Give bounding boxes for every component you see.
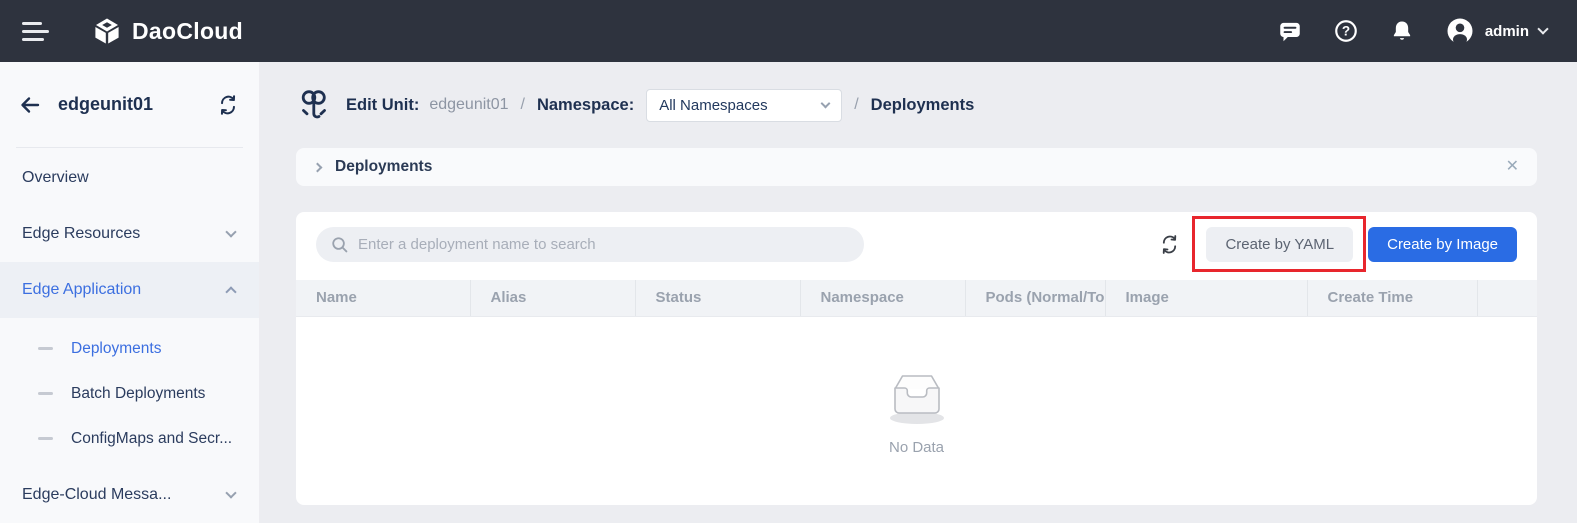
namespace-select-value: All Namespaces — [659, 97, 767, 114]
daocloud-logo-icon — [92, 16, 122, 46]
refresh-icon[interactable] — [1159, 234, 1180, 255]
sidebar: edgeunit01 Overview Edge Resources Edge — [0, 62, 260, 523]
sidebar-item-batch-deployments[interactable]: Batch Deployments — [0, 371, 259, 416]
brand[interactable]: DaoCloud — [92, 16, 243, 46]
chevron-right-icon[interactable] — [313, 162, 323, 172]
chat-icon[interactable] — [1277, 18, 1303, 44]
column-header-actions — [1477, 280, 1537, 316]
unit-name: edgeunit01 — [58, 94, 217, 115]
column-header-status: Status — [635, 280, 800, 316]
tab-deployments[interactable]: Deployments — [335, 158, 432, 176]
edge-unit-icon — [296, 86, 332, 124]
sync-icon[interactable] — [217, 94, 239, 116]
column-header-name: Name — [296, 280, 470, 316]
chevron-down-icon — [225, 226, 236, 237]
edge-application-submenu: Deployments Batch Deployments ConfigMaps… — [0, 318, 259, 461]
close-icon[interactable]: ✕ — [1506, 159, 1519, 175]
hamburger-menu-icon[interactable] — [22, 22, 50, 41]
svg-text:?: ? — [1342, 24, 1350, 39]
namespace-select[interactable]: All Namespaces — [646, 89, 842, 122]
sidebar-nav: Overview Edge Resources Edge Application… — [0, 148, 259, 523]
search-icon — [330, 235, 349, 254]
chevron-down-icon — [225, 487, 236, 498]
bell-icon[interactable] — [1389, 18, 1415, 44]
topbar: DaoCloud ? — [0, 0, 1577, 62]
sidebar-item-deployments[interactable]: Deployments — [0, 326, 259, 371]
chevron-down-icon — [821, 98, 831, 108]
dash-icon — [38, 437, 53, 440]
empty-state-text: No Data — [889, 439, 944, 456]
create-by-yaml-wrapper: Create by YAML — [1206, 227, 1353, 262]
username: admin — [1485, 23, 1529, 40]
breadcrumb-separator: / — [854, 96, 858, 114]
sidebar-header: edgeunit01 — [0, 62, 259, 147]
page-title: Deployments — [871, 96, 975, 115]
avatar — [1445, 16, 1475, 46]
column-header-namespace: Namespace — [800, 280, 965, 316]
sidebar-item-overview[interactable]: Overview — [0, 150, 259, 206]
namespace-label: Namespace: — [537, 96, 634, 115]
toolbar-actions: Create by YAML Create by Image — [1159, 227, 1517, 262]
search-box — [316, 227, 864, 262]
column-header-pods: Pods (Normal/To... — [965, 280, 1105, 316]
deployments-table: Name Alias Status Namespace Pods (Normal… — [296, 280, 1537, 317]
breadcrumb-separator: / — [521, 96, 525, 114]
empty-box-icon — [879, 365, 955, 427]
toolbar: Create by YAML Create by Image — [296, 212, 1537, 280]
dash-icon — [38, 392, 53, 395]
sidebar-item-edge-application[interactable]: Edge Application — [0, 262, 259, 318]
help-icon[interactable]: ? — [1333, 18, 1359, 44]
topbar-actions: ? admin — [1277, 16, 1547, 46]
brand-name: DaoCloud — [132, 18, 243, 45]
search-input[interactable] — [358, 236, 856, 253]
page-header: Edit Unit: edgeunit01 / Namespace: All N… — [296, 62, 1537, 148]
edit-unit-value: edgeunit01 — [429, 96, 508, 114]
tab-bar: Deployments ✕ — [296, 148, 1537, 186]
user-menu[interactable]: admin — [1445, 16, 1547, 46]
sidebar-item-edge-cloud-message[interactable]: Edge-Cloud Messa... — [0, 467, 259, 523]
chevron-up-icon — [225, 286, 236, 297]
create-by-yaml-button[interactable]: Create by YAML — [1206, 227, 1353, 262]
empty-state: No Data — [296, 317, 1537, 506]
sidebar-item-configmaps-secrets[interactable]: ConfigMaps and Secr... — [0, 416, 259, 461]
column-header-image: Image — [1105, 280, 1307, 316]
deployments-card: Create by YAML Create by Image Name Alia… — [296, 212, 1537, 505]
column-header-create-time: Create Time — [1307, 280, 1477, 316]
back-arrow-icon[interactable] — [18, 93, 42, 117]
main-content: Edit Unit: edgeunit01 / Namespace: All N… — [260, 62, 1577, 523]
table-header-row: Name Alias Status Namespace Pods (Normal… — [296, 280, 1537, 316]
dash-icon — [38, 347, 53, 350]
create-by-image-button[interactable]: Create by Image — [1368, 227, 1517, 262]
chevron-down-icon[interactable] — [1537, 23, 1548, 34]
column-header-alias: Alias — [470, 280, 635, 316]
sidebar-item-edge-resources[interactable]: Edge Resources — [0, 206, 259, 262]
edit-unit-label: Edit Unit: — [346, 96, 419, 115]
